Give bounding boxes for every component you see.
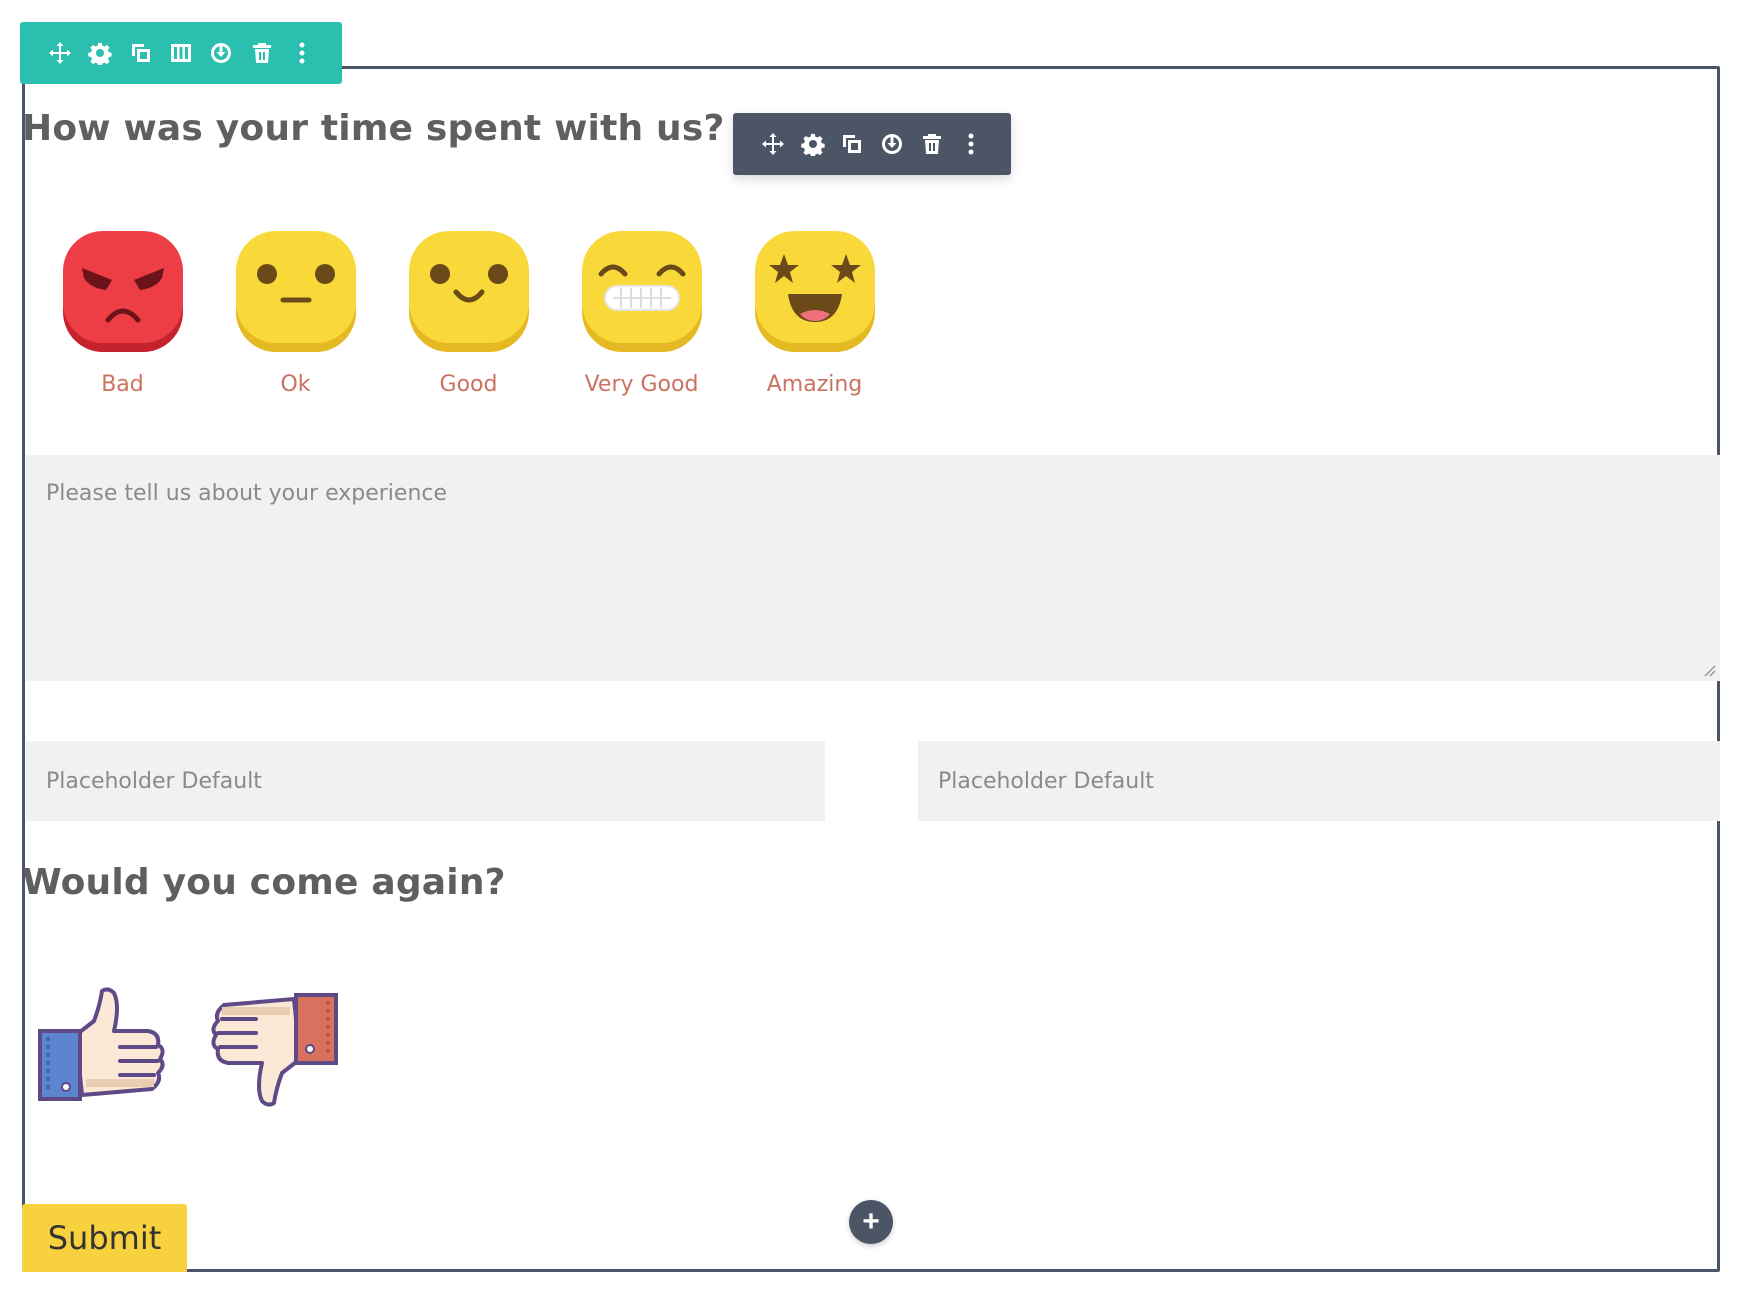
save-icon[interactable] [201, 31, 241, 75]
rating-option-bad[interactable]: Bad [36, 228, 209, 397]
delete-icon[interactable] [912, 122, 952, 166]
thumbs-down-icon[interactable] [210, 985, 340, 1109]
text-field-right[interactable]: Placeholder Default [918, 741, 1720, 821]
rating-label: Amazing [766, 372, 863, 397]
rating-option-ok[interactable]: Ok [209, 228, 382, 397]
smile-face-icon [408, 231, 529, 352]
resize-handle-icon[interactable] [1702, 663, 1716, 677]
move-icon[interactable] [753, 122, 793, 166]
grin-face-icon [581, 231, 702, 352]
submit-button[interactable]: Submit [22, 1204, 187, 1272]
thumbs-up-icon[interactable] [36, 985, 166, 1109]
move-icon[interactable] [40, 31, 80, 75]
rating-label: Ok [280, 372, 311, 397]
more-icon[interactable] [951, 122, 991, 166]
experience-placeholder: Please tell us about your experience [46, 481, 448, 506]
question-heading: Would you come again? [22, 862, 506, 903]
field-placeholder: Placeholder Default [938, 768, 1154, 794]
rating-label: Very Good [584, 372, 699, 397]
module-toolbar [733, 113, 1011, 175]
duplicate-icon[interactable] [832, 122, 872, 166]
more-icon[interactable] [282, 31, 322, 75]
save-icon[interactable] [872, 122, 912, 166]
angry-face-icon [62, 231, 183, 352]
neutral-face-icon [235, 231, 356, 352]
rating-label: Bad [101, 372, 144, 397]
duplicate-icon[interactable] [121, 31, 161, 75]
text-field-left[interactable]: Placeholder Default [26, 741, 825, 821]
rating-label: Good [439, 372, 498, 397]
rating-option-very-good[interactable]: Very Good [555, 228, 728, 397]
settings-icon[interactable] [80, 31, 120, 75]
settings-icon[interactable] [793, 122, 833, 166]
field-placeholder: Placeholder Default [46, 768, 262, 794]
delete-icon[interactable] [241, 31, 281, 75]
row-toolbar [20, 22, 342, 84]
columns-icon[interactable] [161, 31, 201, 75]
add-module-button[interactable]: + [849, 1200, 893, 1244]
experience-textarea[interactable]: Please tell us about your experience [26, 455, 1720, 681]
star-eyes-face-icon [754, 231, 875, 352]
rating-option-amazing[interactable]: Amazing [728, 228, 901, 397]
rating-options: Bad Ok Good Very Good Amazing [36, 228, 901, 397]
question-heading: How was your time spent with us? [22, 108, 725, 149]
rating-option-good[interactable]: Good [382, 228, 555, 397]
